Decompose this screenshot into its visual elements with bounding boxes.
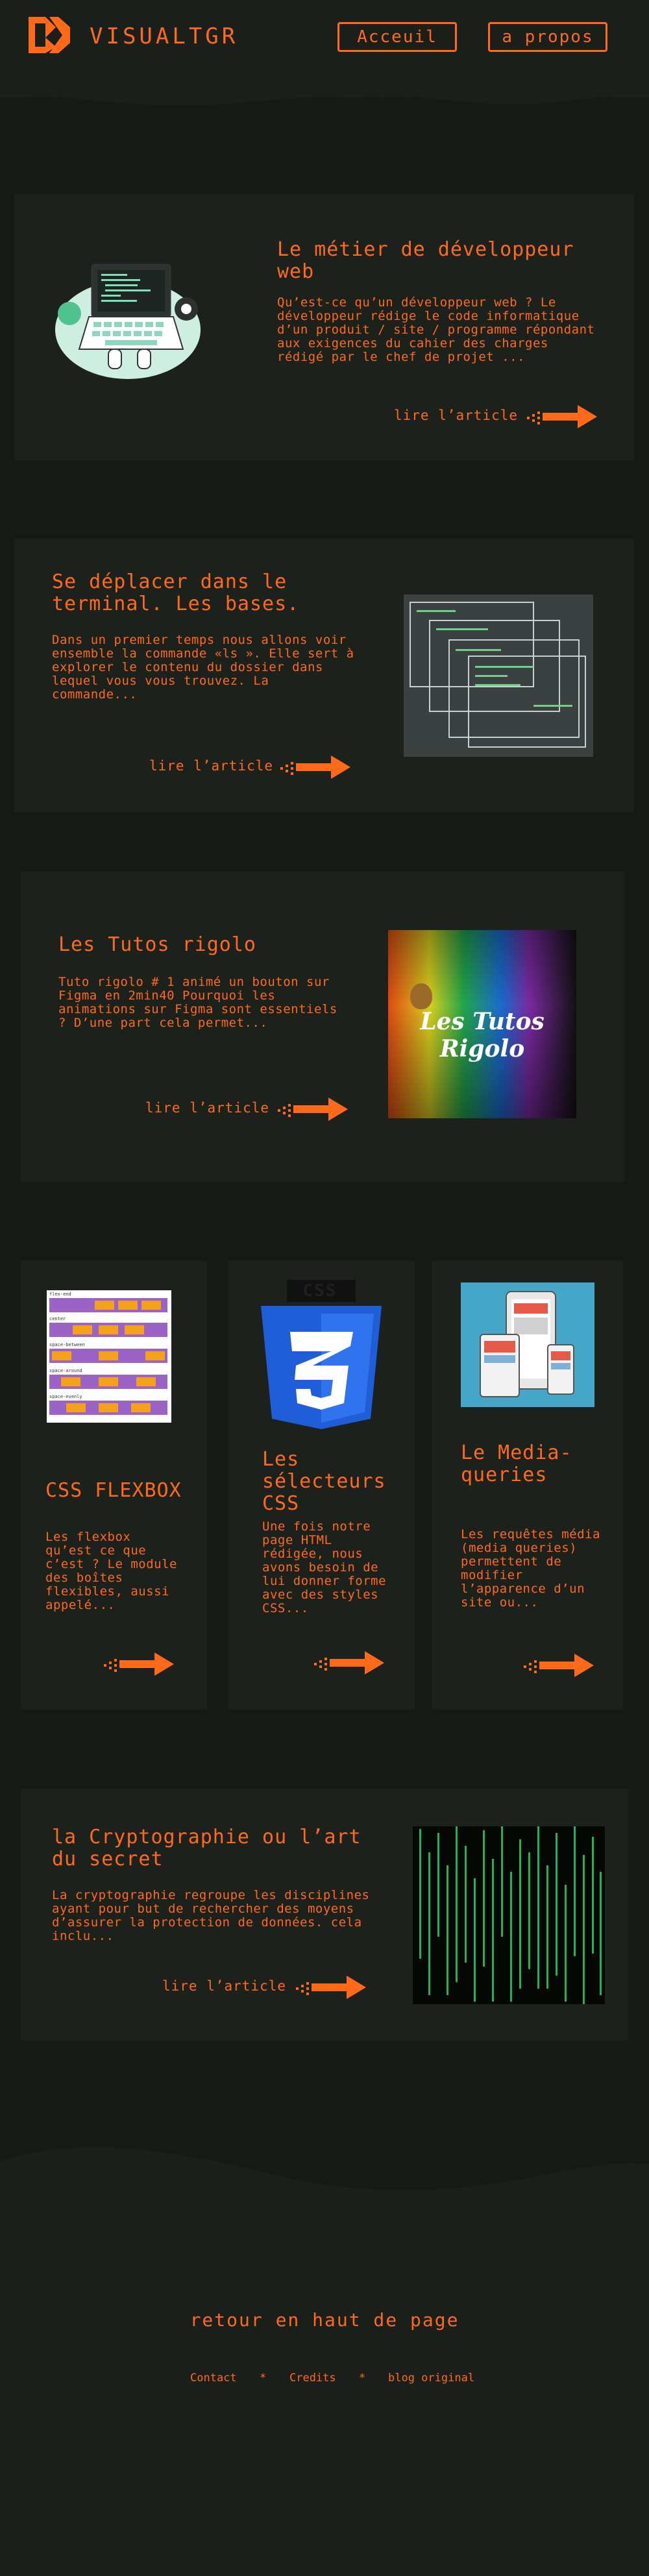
article-title[interactable]: Le métier de développeur web (277, 239, 602, 283)
footer-background (0, 2147, 649, 2576)
footer-link-contact[interactable]: Contact (190, 2372, 237, 2385)
matrix-code-image (413, 1826, 605, 2004)
read-article-link[interactable]: lire l’article (394, 408, 518, 423)
read-article-link[interactable]: lire l’article (149, 758, 273, 774)
article-card-tutos-rigolo: Les Tutos rigolo Tuto rigolo # 1 animé u… (21, 872, 624, 1182)
read-article-link[interactable]: lire l’article (145, 1100, 269, 1116)
arrow-right-icon[interactable] (104, 1650, 175, 1678)
nav-accueil-button[interactable]: Acceuil (337, 22, 457, 52)
arrow-right-icon[interactable] (524, 1651, 595, 1680)
owl-icon (410, 983, 432, 1009)
article-excerpt: La cryptographie regroupe les discipline… (52, 1888, 370, 1943)
article-card-developpeur: Le métier de développeur web Qu’est-ce q… (14, 193, 634, 461)
article-excerpt: Tuto rigolo # 1 animé un bouton sur Figm… (58, 975, 337, 1030)
arrow-right-icon[interactable] (280, 753, 352, 781)
card-excerpt: Une fois notre page HTML rédigée, nous a… (262, 1519, 387, 1615)
footer-separator: * (359, 2372, 366, 2385)
footer-separator: * (260, 2372, 267, 2385)
read-article-link[interactable]: lire l’article (162, 1978, 286, 1994)
brand-name[interactable]: VISUALTGR (90, 23, 238, 49)
article-title[interactable]: Les Tutos rigolo (58, 934, 337, 956)
nav-a-propos-button[interactable]: a propos (488, 22, 607, 52)
article-excerpt: Dans un premier temps nous allons voir e… (52, 633, 354, 702)
header-wave (0, 65, 649, 106)
arrow-right-icon[interactable] (314, 1649, 386, 1677)
terminal-windows-image (404, 595, 593, 757)
article-card-cryptographie: la Cryptographie ou l’art du secret La c… (21, 1789, 628, 2041)
site-header: VISUALTGR Acceuil a propos (0, 0, 649, 106)
article-card-terminal: Se déplacer dans le terminal. Les bases.… (14, 539, 634, 813)
tutos-rigolo-image: Les Tutos Rigolo (388, 930, 576, 1118)
card-title[interactable]: Le Media-queries (461, 1442, 604, 1486)
css-logo-text: CSS (302, 1281, 337, 1301)
card-excerpt: Les flexbox qu’est ce que c’est ? Le mod… (45, 1530, 177, 1612)
visualtgr-logo-icon[interactable] (26, 14, 73, 56)
card-media-queries: Le Media-queries Les requêtes média (med… (432, 1260, 623, 1710)
arrow-right-icon[interactable] (296, 1973, 367, 2002)
tutos-rigolo-image-text: Les Tutos Rigolo (420, 1008, 545, 1062)
article-title[interactable]: Se déplacer dans le terminal. Les bases. (52, 571, 363, 615)
article-excerpt: Qu’est-ce qu’un développeur web ? Le dév… (277, 295, 595, 364)
card-title[interactable]: CSS FLEXBOX (45, 1480, 195, 1502)
article-title[interactable]: la Cryptographie ou l’art du secret (52, 1826, 389, 1871)
developer-illustration-image (55, 264, 201, 379)
responsive-devices-image (461, 1282, 594, 1407)
footer-link-credits[interactable]: Credits (289, 2372, 336, 2385)
footer-link-blog-original[interactable]: blog original (388, 2372, 474, 2385)
arrow-right-icon[interactable] (278, 1095, 349, 1123)
flexbox-diagram-image: flex-end center space-between space-arou… (47, 1290, 171, 1423)
card-excerpt: Les requêtes média (media queries) perme… (461, 1527, 600, 1610)
back-to-top-link[interactable]: retour en haut de page (0, 2309, 649, 2331)
card-selecteurs-css: CSS Les sélecteurs CSS Une fois notre pa… (228, 1260, 415, 1710)
css3-logo-image (261, 1280, 382, 1429)
card-title[interactable]: Les sélecteurs CSS (262, 1449, 392, 1515)
arrow-right-icon[interactable] (527, 402, 598, 431)
card-css-flexbox: flex-end center space-between space-arou… (21, 1260, 207, 1710)
